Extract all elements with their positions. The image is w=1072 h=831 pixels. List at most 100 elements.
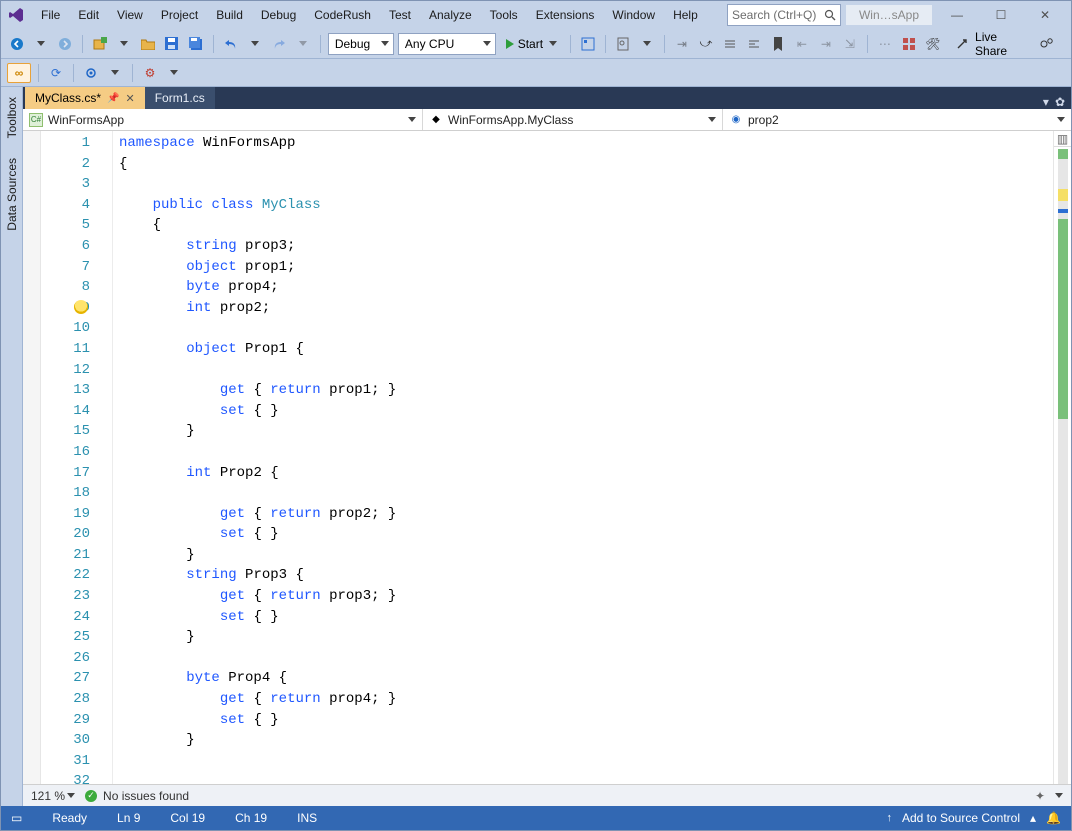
undo-drop-icon[interactable] (245, 33, 265, 55)
menu-tools[interactable]: Tools (482, 4, 526, 26)
code-line[interactable]: } (119, 545, 1053, 566)
code-line[interactable] (119, 771, 1053, 784)
coderush-infinity-icon[interactable]: ∞ (7, 63, 31, 83)
start-debug-button[interactable]: Start (500, 33, 563, 55)
tb-icon-dots[interactable]: ⋯ (875, 33, 895, 55)
line-number[interactable]: 23 (41, 586, 90, 607)
line-number[interactable]: 22 (41, 565, 90, 586)
error-nav-icon[interactable]: ✦ (1035, 789, 1045, 803)
bookmark-icon[interactable] (768, 33, 788, 55)
code-line[interactable]: int prop2; (119, 298, 1053, 319)
close-tab-icon[interactable]: ✕ (125, 92, 134, 105)
gear-drop-icon[interactable] (164, 62, 184, 84)
tb-icon-b[interactable]: ⇥ (816, 33, 836, 55)
code-line[interactable]: set { } (119, 710, 1053, 731)
nav-member-combo[interactable]: ◉ prop2 (723, 109, 1071, 130)
code-line[interactable] (119, 318, 1053, 339)
line-number[interactable]: 3 (41, 174, 90, 195)
step-into-icon[interactable]: ⇥ (672, 33, 692, 55)
code-line[interactable]: public class MyClass (119, 195, 1053, 216)
overview-ruler[interactable] (1058, 149, 1068, 784)
line-number[interactable]: 4 (41, 195, 90, 216)
maximize-button[interactable]: ☐ (981, 4, 1021, 26)
line-number[interactable]: 1 (41, 133, 90, 154)
quick-launch-search[interactable]: Search (Ctrl+Q) (727, 4, 841, 26)
save-all-button[interactable] (186, 33, 206, 55)
line-number[interactable]: 26 (41, 648, 90, 669)
code-line[interactable]: get { return prop1; } (119, 380, 1053, 401)
minimize-button[interactable]: — (937, 4, 977, 26)
code-line[interactable] (119, 648, 1053, 669)
line-number[interactable]: 27 (41, 668, 90, 689)
menu-project[interactable]: Project (153, 4, 206, 26)
live-share-button[interactable]: Live Share (975, 30, 1025, 58)
menu-file[interactable]: File (33, 4, 68, 26)
code-line[interactable]: object Prop1 { (119, 339, 1053, 360)
code-line[interactable]: } (119, 421, 1053, 442)
data-sources-tab[interactable]: Data Sources (3, 154, 21, 235)
line-number[interactable]: 5 (41, 215, 90, 236)
nav-back-button[interactable] (7, 33, 27, 55)
code-line[interactable]: } (119, 627, 1053, 648)
line-number[interactable]: 11 (41, 339, 90, 360)
line-number[interactable]: 14 (41, 401, 90, 422)
code-line[interactable] (119, 483, 1053, 504)
redo-drop-icon[interactable] (293, 33, 313, 55)
notifications-icon[interactable]: 🔔 (1046, 811, 1061, 825)
line-number[interactable]: 24 (41, 607, 90, 628)
tb-icon-grid[interactable] (899, 33, 919, 55)
menu-view[interactable]: View (109, 4, 151, 26)
code-editor[interactable]: namespace WinFormsApp{ public class MyCl… (113, 131, 1053, 784)
find-drop-icon[interactable] (637, 33, 657, 55)
debug-vis-icon[interactable] (81, 62, 101, 84)
source-control-button[interactable]: Add to Source Control (902, 811, 1020, 825)
new-project-button[interactable] (90, 33, 110, 55)
step-over-icon[interactable]: ⤻ (696, 33, 716, 55)
code-line[interactable]: { (119, 215, 1053, 236)
menu-debug[interactable]: Debug (253, 4, 304, 26)
source-control-drop-icon[interactable]: ▴ (1030, 811, 1036, 825)
tab-form1[interactable]: Form1.cs (145, 87, 215, 109)
line-number[interactable]: 30 (41, 730, 90, 751)
code-line[interactable]: namespace WinFormsApp (119, 133, 1053, 154)
code-line[interactable] (119, 360, 1053, 381)
code-line[interactable] (119, 174, 1053, 195)
code-line[interactable]: string prop3; (119, 236, 1053, 257)
line-number[interactable]: 21 (41, 545, 90, 566)
nav-back-drop-icon[interactable] (31, 33, 51, 55)
code-line[interactable]: } (119, 730, 1053, 751)
comment-icon[interactable] (720, 33, 740, 55)
nav-forward-button[interactable] (55, 33, 75, 55)
line-number[interactable]: 19 (41, 504, 90, 525)
line-number[interactable]: 7 (41, 257, 90, 278)
line-number[interactable]: 28 (41, 689, 90, 710)
nav-project-combo[interactable]: C# WinFormsApp (23, 109, 423, 130)
tab-overflow-icon[interactable]: ▾ (1043, 95, 1049, 109)
tb-icon-a[interactable]: ⇤ (792, 33, 812, 55)
line-number[interactable]: 18 (41, 483, 90, 504)
line-number[interactable]: 8 (41, 277, 90, 298)
code-line[interactable]: int Prop2 { (119, 463, 1053, 484)
code-line[interactable]: get { return prop3; } (119, 586, 1053, 607)
code-line[interactable]: set { } (119, 401, 1053, 422)
toolbox-tab[interactable]: Toolbox (3, 93, 21, 142)
tab-gear-icon[interactable]: ✿ (1055, 95, 1065, 109)
code-line[interactable]: string Prop3 { (119, 565, 1053, 586)
line-number[interactable]: 9 (41, 298, 90, 319)
undo-button[interactable] (221, 33, 241, 55)
open-file-button[interactable] (138, 33, 158, 55)
menu-help[interactable]: Help (665, 4, 706, 26)
breakpoint-margin[interactable] (23, 131, 41, 784)
menu-edit[interactable]: Edit (70, 4, 107, 26)
find-in-files-icon[interactable] (613, 33, 633, 55)
debug-vis-drop-icon[interactable] (105, 62, 125, 84)
solution-platform-combo[interactable]: Any CPU (398, 33, 496, 55)
menu-extensions[interactable]: Extensions (528, 4, 603, 26)
code-line[interactable]: set { } (119, 607, 1053, 628)
solution-config-combo[interactable]: Debug (328, 33, 394, 55)
refresh-icon[interactable]: ⟳ (46, 62, 66, 84)
line-number[interactable]: 15 (41, 421, 90, 442)
line-number[interactable]: 13 (41, 380, 90, 401)
line-number[interactable]: 29 (41, 710, 90, 731)
code-line[interactable]: { (119, 154, 1053, 175)
